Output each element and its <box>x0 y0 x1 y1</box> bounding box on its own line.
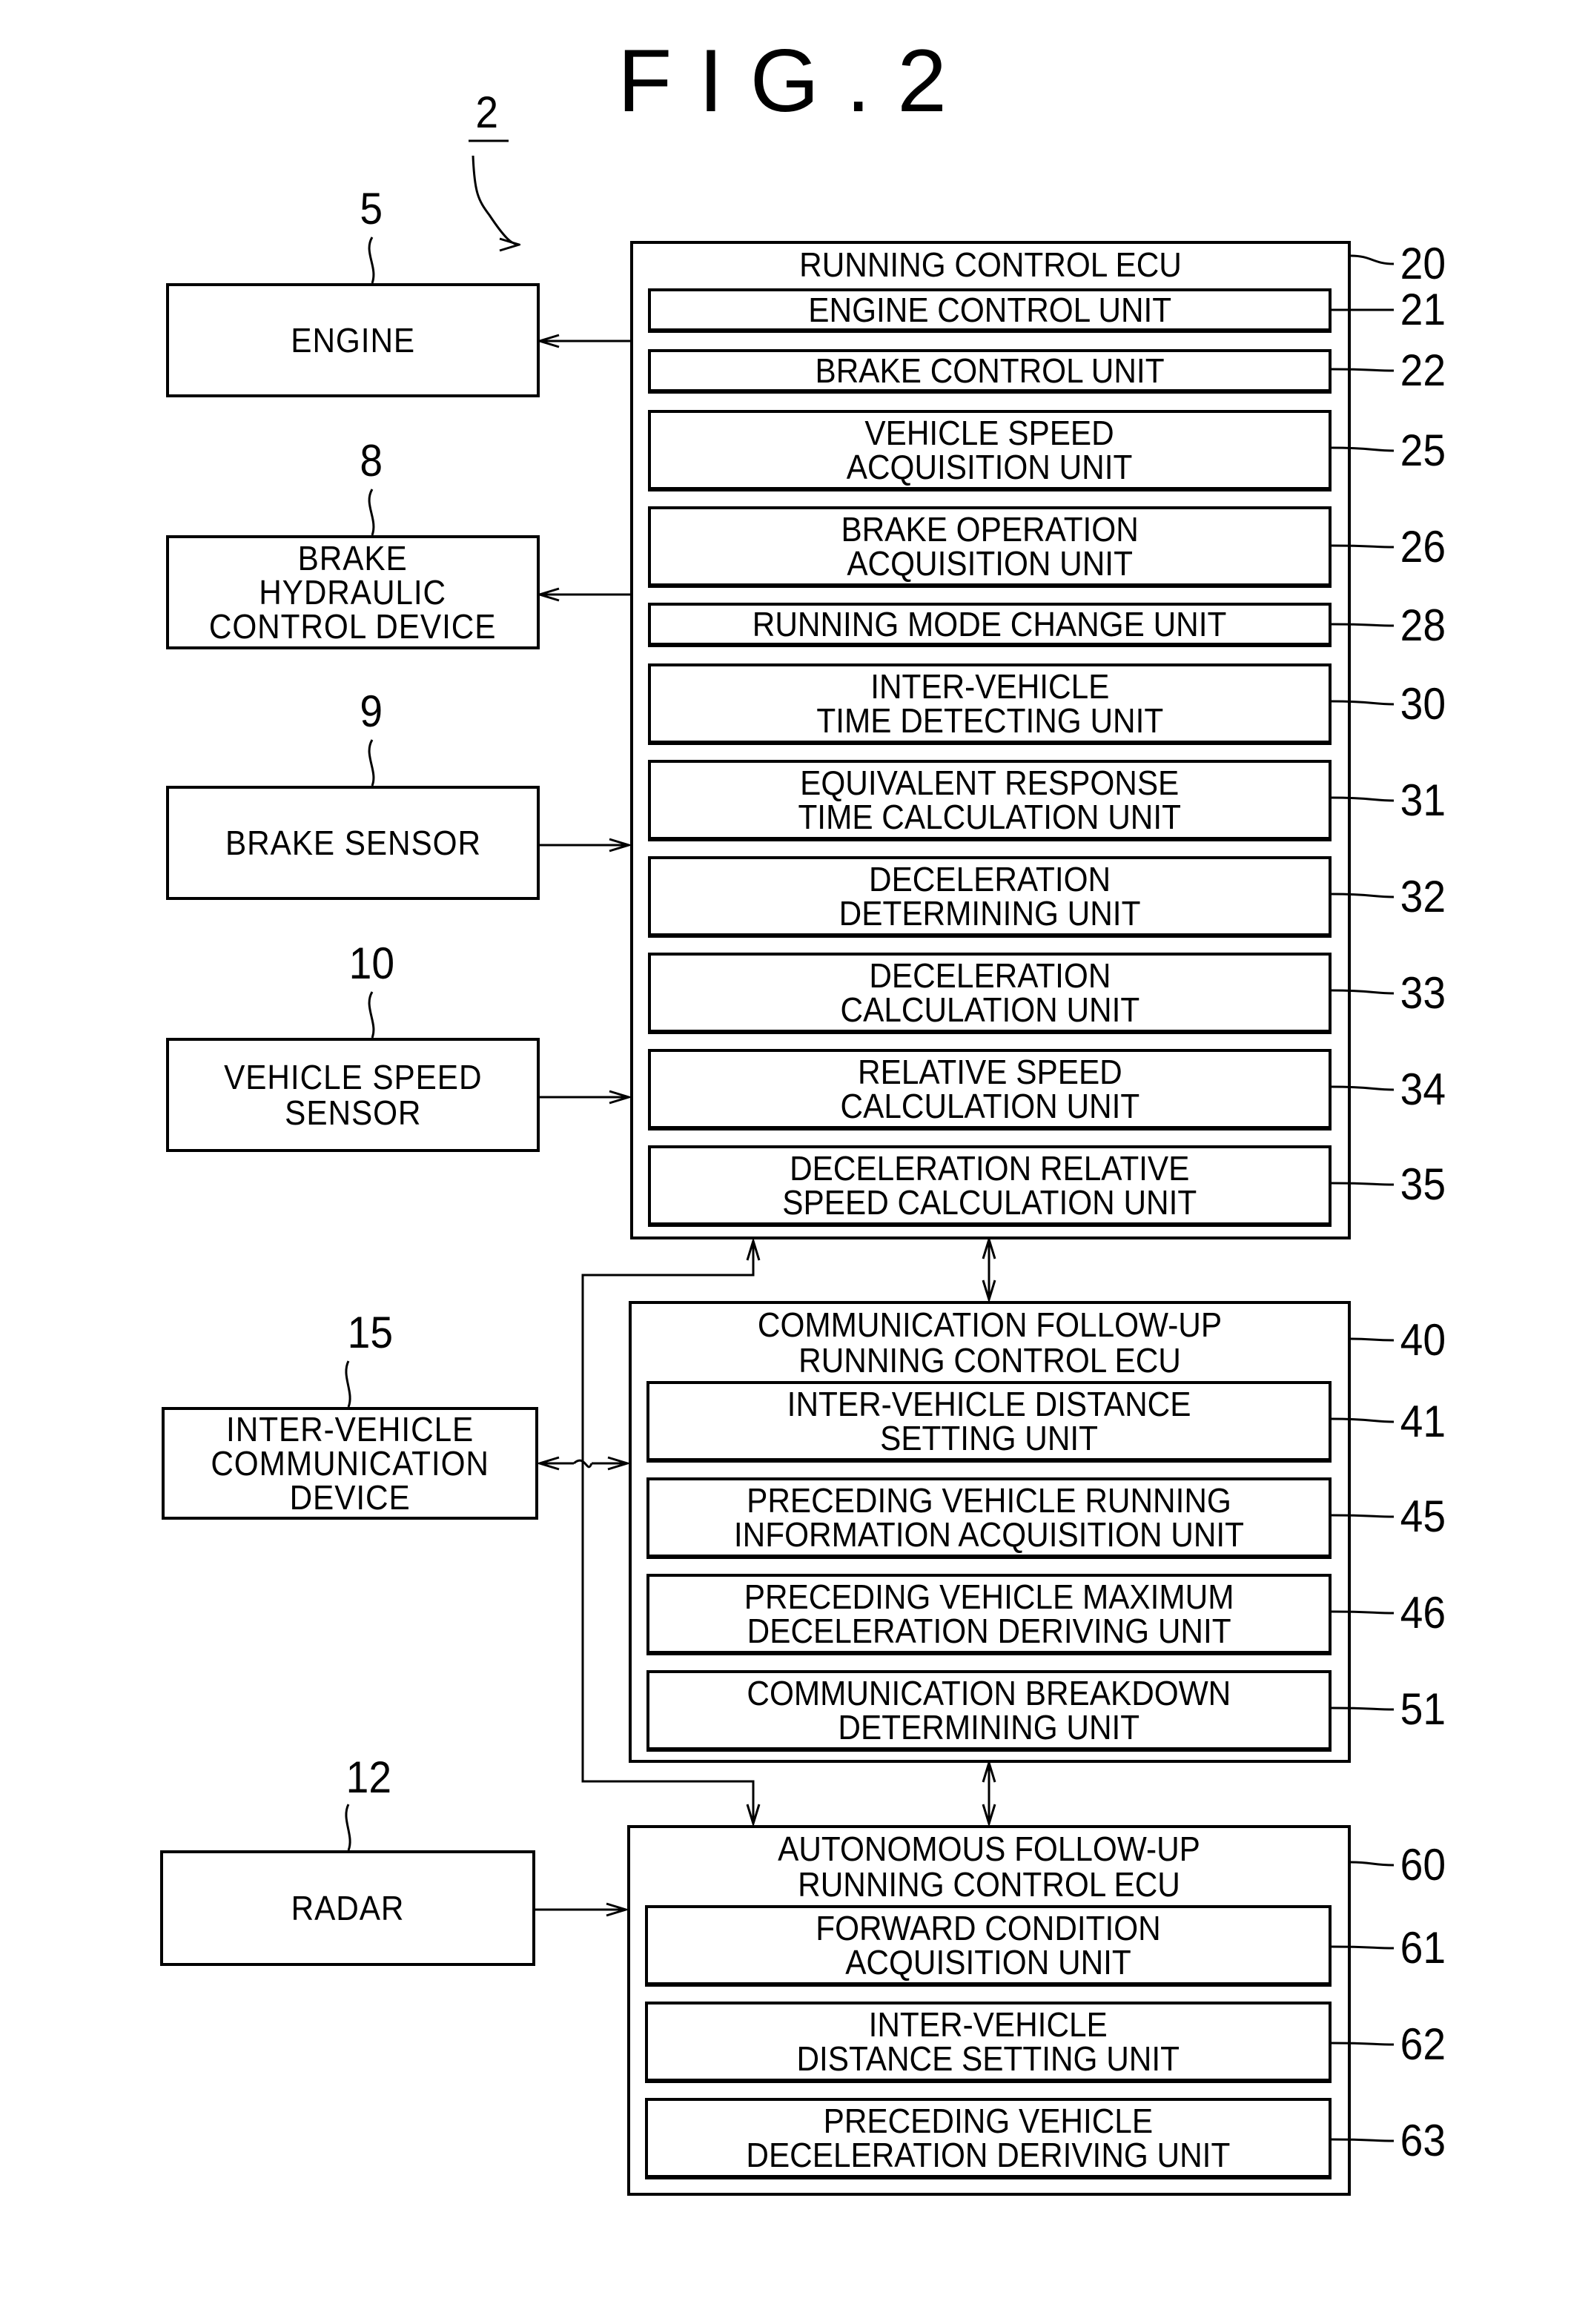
ref-45: 45 <box>1400 1492 1446 1541</box>
ref-60: 60 <box>1400 1840 1446 1890</box>
ref-21: 21 <box>1400 285 1446 334</box>
ref-25: 25 <box>1400 426 1446 475</box>
ref-34: 34 <box>1400 1065 1446 1114</box>
ref-26: 26 <box>1400 522 1446 572</box>
ref-31: 31 <box>1400 775 1446 825</box>
ref-28: 28 <box>1400 600 1446 650</box>
ref-leaders <box>1331 254 1395 2142</box>
ref-46: 46 <box>1400 1588 1446 1638</box>
ref-51: 51 <box>1400 1684 1446 1734</box>
ref-41: 41 <box>1400 1397 1446 1446</box>
ref-62: 62 <box>1400 2019 1446 2069</box>
ref-35: 35 <box>1400 1159 1446 1209</box>
ref-33: 33 <box>1400 968 1446 1018</box>
ref-61: 61 <box>1400 1923 1446 1973</box>
ref-30: 30 <box>1400 679 1446 729</box>
ref-63: 63 <box>1400 2116 1446 2165</box>
ref-20: 20 <box>1400 239 1446 288</box>
ref-32: 32 <box>1400 872 1446 921</box>
ref-40: 40 <box>1400 1315 1446 1365</box>
ref-22: 22 <box>1400 345 1446 395</box>
